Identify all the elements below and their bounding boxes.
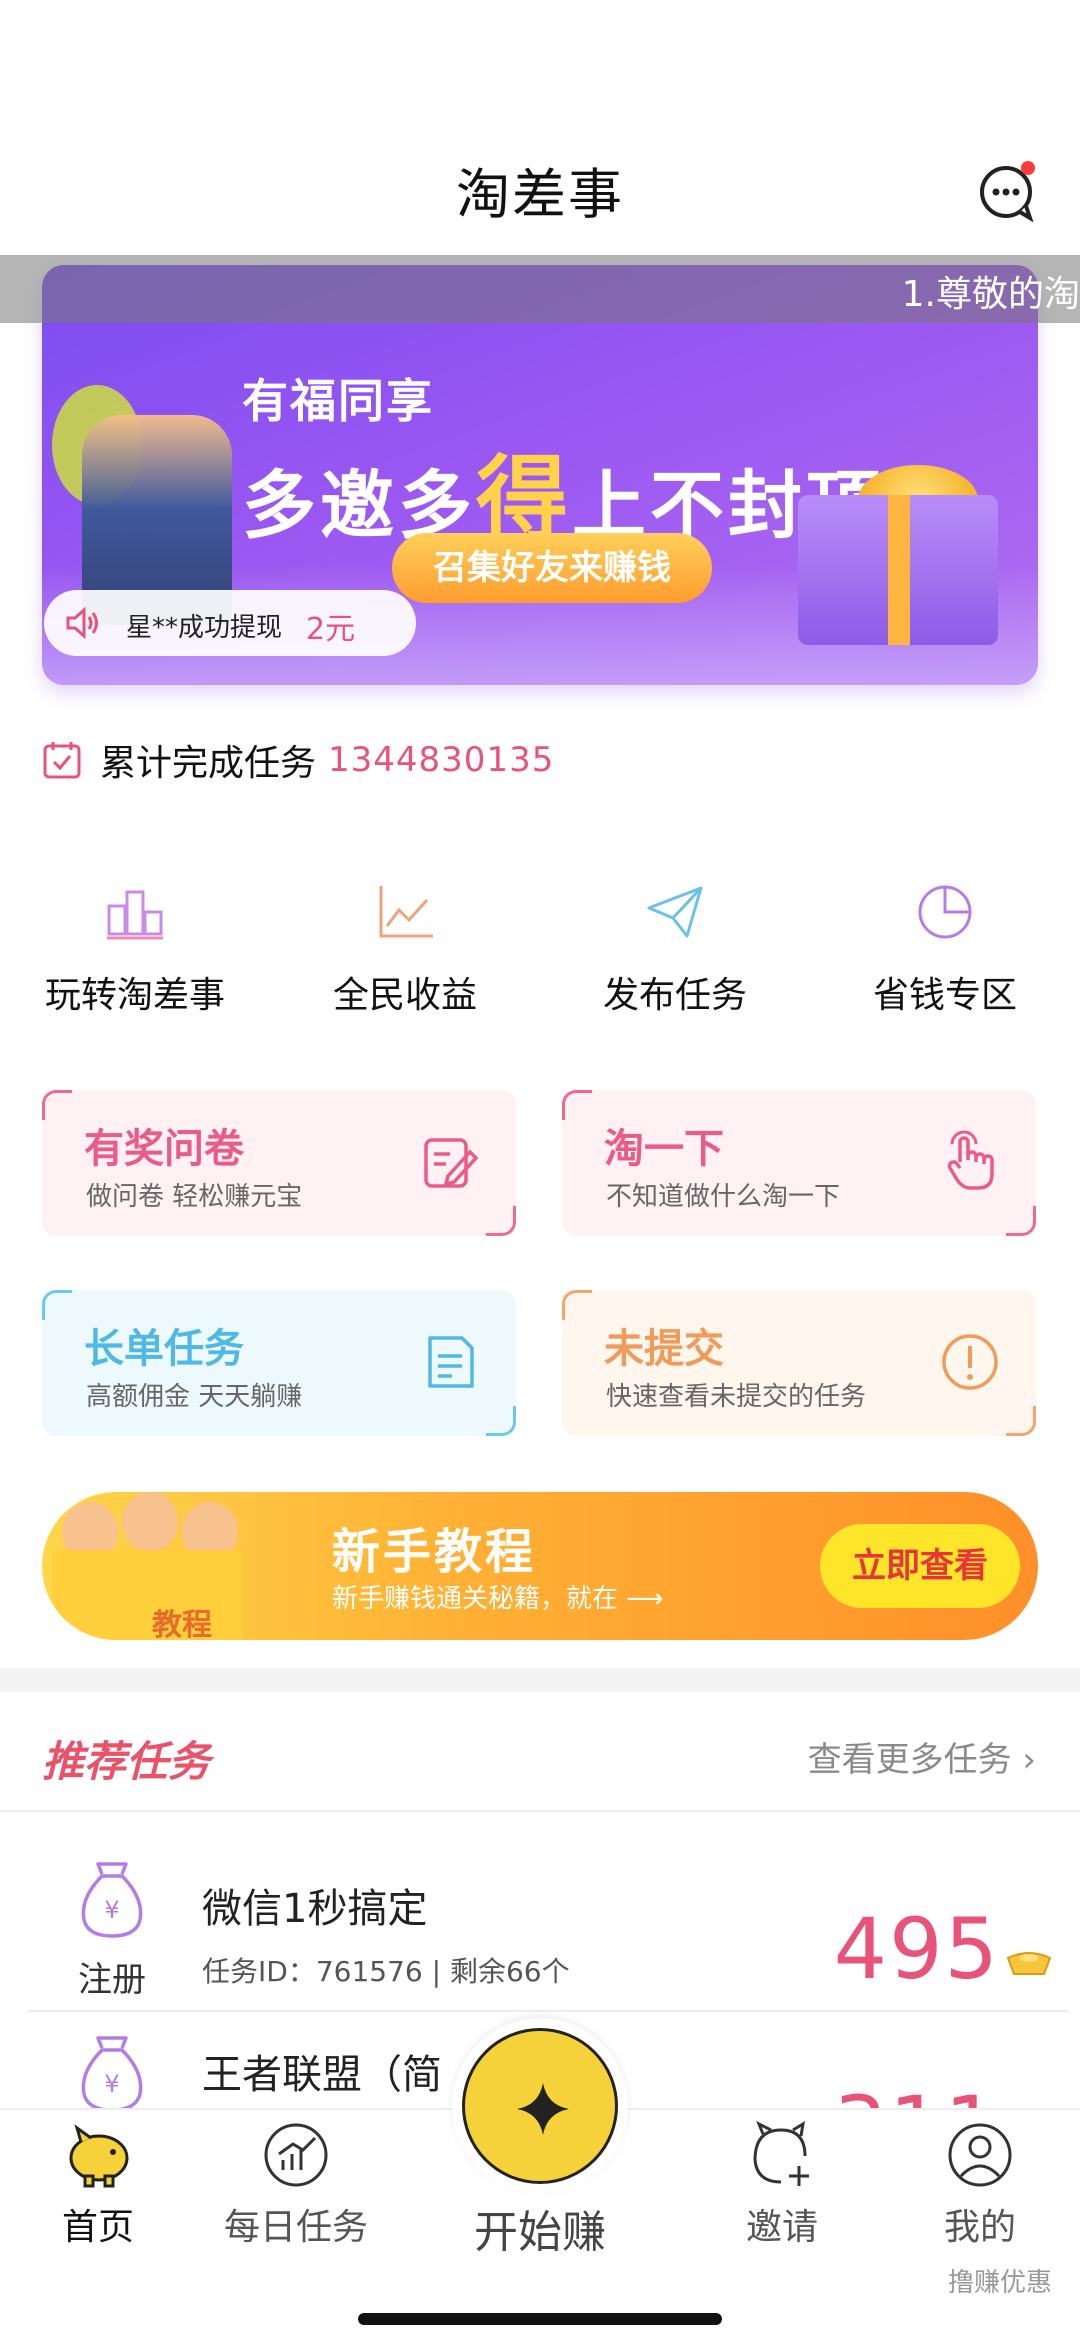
piggy-bank-icon xyxy=(69,2124,129,2188)
task-category: 注册 xyxy=(78,1960,146,2000)
card-corner xyxy=(486,1206,516,1236)
svg-text:¥: ¥ xyxy=(104,1896,119,1924)
card-survey[interactable]: 有奖问卷 做问卷 轻松赚元宝 xyxy=(42,1090,516,1236)
card-subtitle: 做问卷 轻松赚元宝 xyxy=(86,1182,303,1212)
quick-item-label: 省钱专区 xyxy=(872,975,1017,1016)
paper-plane-icon xyxy=(647,886,703,938)
coin-icon xyxy=(462,2028,618,2184)
message-icon[interactable] xyxy=(976,158,1040,223)
survey-edit-icon xyxy=(424,1138,479,1188)
quick-item-label: 发布任务 xyxy=(602,975,747,1016)
user-profile-icon xyxy=(948,2123,1012,2187)
tab-label: 首页 xyxy=(61,2207,134,2248)
exclamation-icon xyxy=(942,1334,998,1390)
quick-item-publish[interactable]: 发布任务 xyxy=(540,880,810,1018)
chart-circle-icon xyxy=(264,2123,328,2187)
page-title: 淘差事 xyxy=(456,163,624,226)
tab-home[interactable]: 首页 xyxy=(8,2120,188,2250)
total-tasks-label: 累计完成任务 xyxy=(100,743,317,784)
card-corner xyxy=(42,1090,72,1120)
recommended-header: 推荐任务 查看更多任务 › xyxy=(0,1692,1080,1812)
tab-invite[interactable]: 邀请 xyxy=(692,2120,872,2250)
card-corner xyxy=(1006,1406,1036,1436)
card-corner xyxy=(42,1290,72,1320)
card-corner xyxy=(562,1290,592,1320)
card-corner xyxy=(486,1406,516,1436)
banner-tagline: 有福同享 xyxy=(242,374,434,428)
card-corner xyxy=(1006,1206,1036,1236)
app-header: 淘差事 xyxy=(0,0,1080,255)
card-title: 未提交 xyxy=(604,1326,724,1372)
card-subtitle: 不知道做什么淘一下 xyxy=(606,1182,841,1212)
task-meta: 任务ID：761576 | 剩余66个 xyxy=(202,1955,570,1988)
tab-label: 每日任务 xyxy=(223,2207,368,2248)
recommended-title: 推荐任务 xyxy=(42,1737,211,1786)
svg-text:¥: ¥ xyxy=(104,2070,119,2098)
quick-item-label: 全民收益 xyxy=(332,975,477,1016)
withdraw-ticker: 星**成功提现 2元 xyxy=(44,590,416,656)
card-corner xyxy=(562,1090,592,1120)
start-earning-label: 开始赚 xyxy=(474,2207,606,2258)
tab-daily-tasks[interactable]: 每日任务 xyxy=(206,2120,386,2250)
tutorial-banner[interactable]: 教程 新手教程 新手赚钱通关秘籍，就在 ⟶ 立即查看 xyxy=(42,1492,1038,1640)
invite-user-icon xyxy=(753,2120,809,2186)
tutorial-subtitle: 新手赚钱通关秘籍，就在 ⟶ xyxy=(332,1584,664,1614)
tab-label: 邀请 xyxy=(745,2207,818,2248)
gift-box-illustration xyxy=(798,495,998,645)
more-tasks-link[interactable]: 查看更多任务 › xyxy=(808,1732,1036,1781)
calendar-check-icon xyxy=(43,742,81,779)
quick-item-guide[interactable]: 玩转淘差事 xyxy=(0,880,270,1018)
card-unsubmitted[interactable]: 未提交 快速查看未提交的任务 xyxy=(562,1290,1036,1436)
total-tasks: 累计完成任务 1344830135 xyxy=(42,735,554,785)
announcement-text: 1.尊敬的淘 xyxy=(901,274,1080,315)
money-bag-icon: ¥ xyxy=(81,1862,143,1938)
podium-icon xyxy=(107,890,163,940)
card-long-task[interactable]: 长单任务 高额佣金 天天躺赚 xyxy=(42,1290,516,1436)
quick-item-earnings[interactable]: 全民收益 xyxy=(270,880,540,1018)
quick-item-label: 玩转淘差事 xyxy=(44,975,225,1016)
view-now-button[interactable]: 立即查看 xyxy=(820,1524,1020,1608)
card-browse[interactable]: 淘一下 不知道做什么淘一下 xyxy=(562,1090,1036,1236)
hand-tap-icon xyxy=(947,1130,994,1190)
task-row[interactable]: ¥ 注册 微信1秒搞定 任务ID：761576 | 剩余66个 495 xyxy=(28,1840,1068,2010)
gold-ingot-icon xyxy=(1006,1952,1052,1975)
card-subtitle: 快速查看未提交的任务 xyxy=(606,1382,867,1412)
tutorial-title: 新手教程 xyxy=(332,1524,537,1580)
task-name: 王者联盟（简 xyxy=(202,2052,442,2098)
speaker-icon xyxy=(66,606,98,640)
section-divider xyxy=(0,1668,1080,1692)
announcement-bar[interactable]: 1.尊敬的淘 xyxy=(0,255,1080,323)
pie-chart-icon xyxy=(918,885,972,939)
task-name: 微信1秒搞定 xyxy=(202,1886,428,1932)
row-divider xyxy=(28,2010,1068,2012)
quick-menu: 玩转淘差事 全民收益 发布任务 省钱专区 xyxy=(0,880,1080,1020)
task-reward: 311 xyxy=(834,2078,1000,2108)
start-earning-button[interactable] xyxy=(452,2018,628,2194)
tab-mine[interactable]: 我的 xyxy=(890,2120,1070,2250)
line-chart-icon xyxy=(379,886,433,938)
document-icon xyxy=(428,1336,474,1388)
card-title: 淘一下 xyxy=(604,1126,724,1172)
withdraw-text: 星**成功提现 xyxy=(126,613,283,643)
money-bag-icon: ¥ xyxy=(81,2036,143,2108)
card-title: 有奖问卷 xyxy=(84,1126,244,1172)
home-indicator xyxy=(358,2313,722,2325)
kid-illustration xyxy=(122,1492,178,1552)
tab-label: 我的 xyxy=(943,2207,1016,2248)
card-subtitle: 高额佣金 天天躺赚 xyxy=(86,1382,303,1412)
card-title: 长单任务 xyxy=(84,1326,244,1372)
watermark: 撸赚优惠 xyxy=(947,2268,1052,2298)
book-label: 教程 xyxy=(152,1608,212,1640)
book-illustration: 教程 xyxy=(52,1550,242,1640)
banner-cta-button[interactable]: 召集好友来赚钱 xyxy=(392,533,712,603)
task-reward: 495 xyxy=(833,1900,1000,1998)
withdraw-amount: 2元 xyxy=(306,612,356,647)
total-tasks-count: 1344830135 xyxy=(328,740,555,780)
quick-item-savings[interactable]: 省钱专区 xyxy=(810,880,1080,1018)
